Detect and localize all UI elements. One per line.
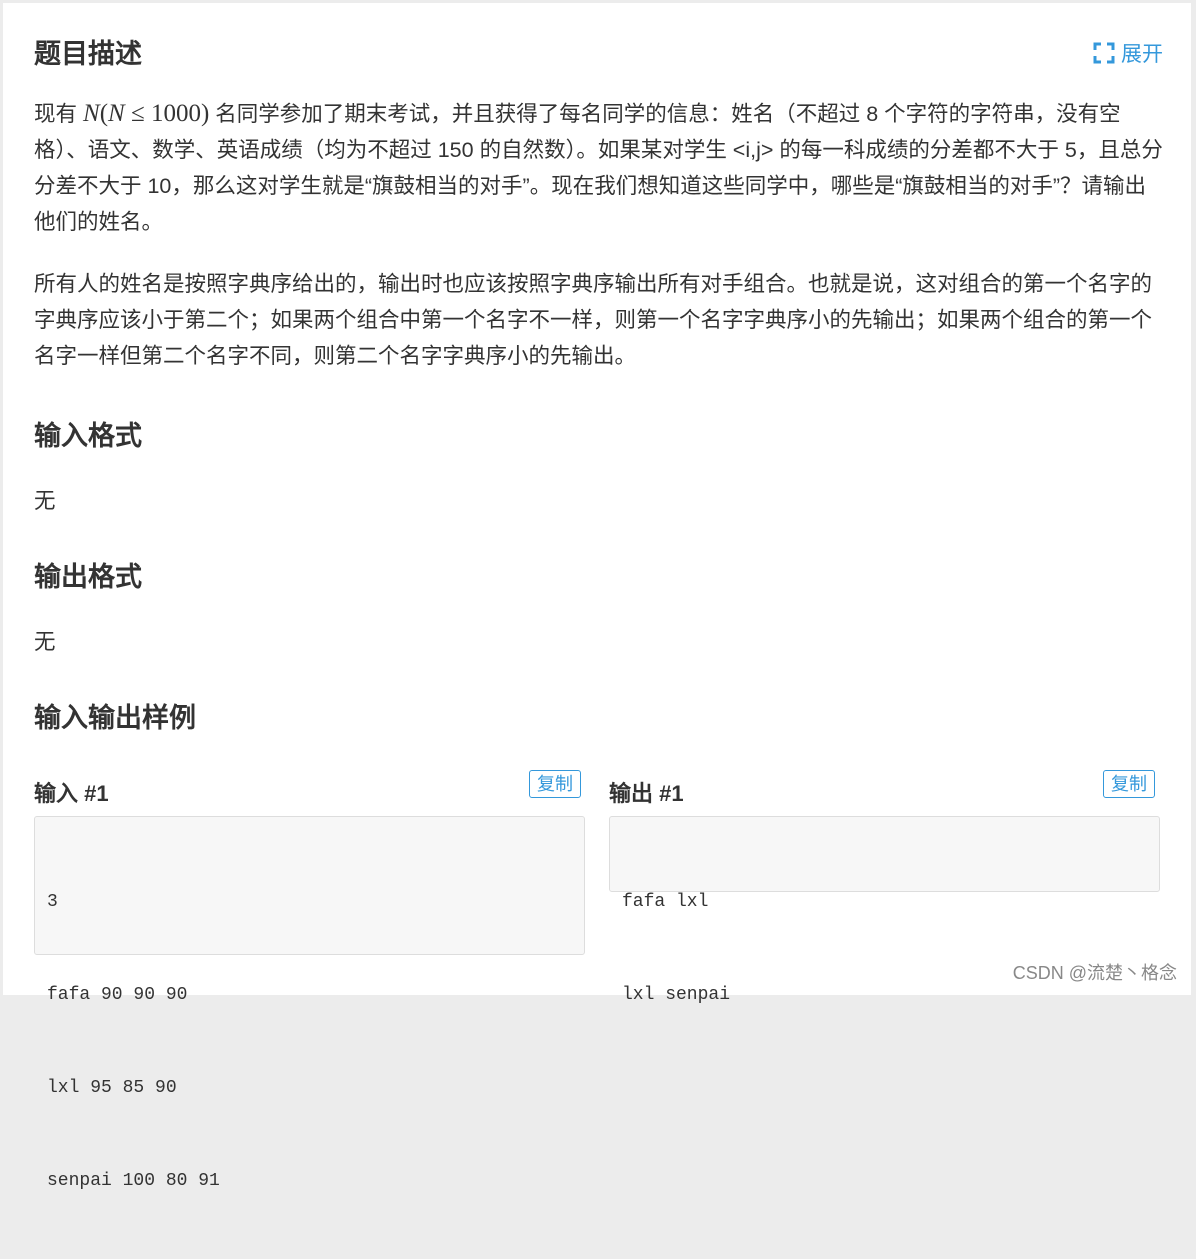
sample-input-line: senpai 100 80 91 [47,1171,220,1191]
sample-output-line: fafa lxl [622,892,709,912]
expand-label: 展开 [1121,43,1163,66]
description-paragraph-1: 现有 N(N ≤ 1000) 名同学参加了期末考试，并且获得了每名同学的信息：姓… [34,96,1163,240]
section-title-description: 题目描述 [34,39,142,69]
sample-input-line: 3 [47,892,58,912]
section-title-input-format: 输入格式 [34,421,142,451]
sample-input-box: 3 fafa 90 90 90 lxl 95 85 90 senpai 100 … [34,816,585,1191]
watermark: CSDN @流楚丶格念 [1012,963,1177,983]
sample-input-line: fafa 90 90 90 [47,985,188,1005]
copy-output-button[interactable]: 复制 [1103,770,1155,798]
input-format-body: 无 [34,489,56,513]
section-title-output-format: 输出格式 [34,562,142,592]
copy-input-button[interactable]: 复制 [529,770,581,798]
description-paragraph-2: 所有人的姓名是按照字典序给出的，输出时也应该按照字典序输出所有对手组合。也就是说… [34,272,1153,368]
output-format-body: 无 [34,630,56,654]
problem-card: 题目描述 展开 现有 N(N ≤ 1000) 名同学参加了期末考试，并且获得了每… [3,3,1191,1191]
section-title-samples: 输入输出样例 [34,703,196,733]
expand-button[interactable]: 展开 [1093,38,1163,68]
expand-icon [1093,42,1115,64]
sample-output-title: 输出 #1 [609,781,684,806]
math-expression: N(N ≤ 1000) [83,100,210,127]
sample-input-title: 输入 #1 [34,781,109,806]
para1-prefix: 现有 [34,102,78,126]
sample-input-line: lxl 95 85 90 [47,1078,177,1098]
sample-output-box: fafa lxl lxl senpai [609,816,1160,1005]
